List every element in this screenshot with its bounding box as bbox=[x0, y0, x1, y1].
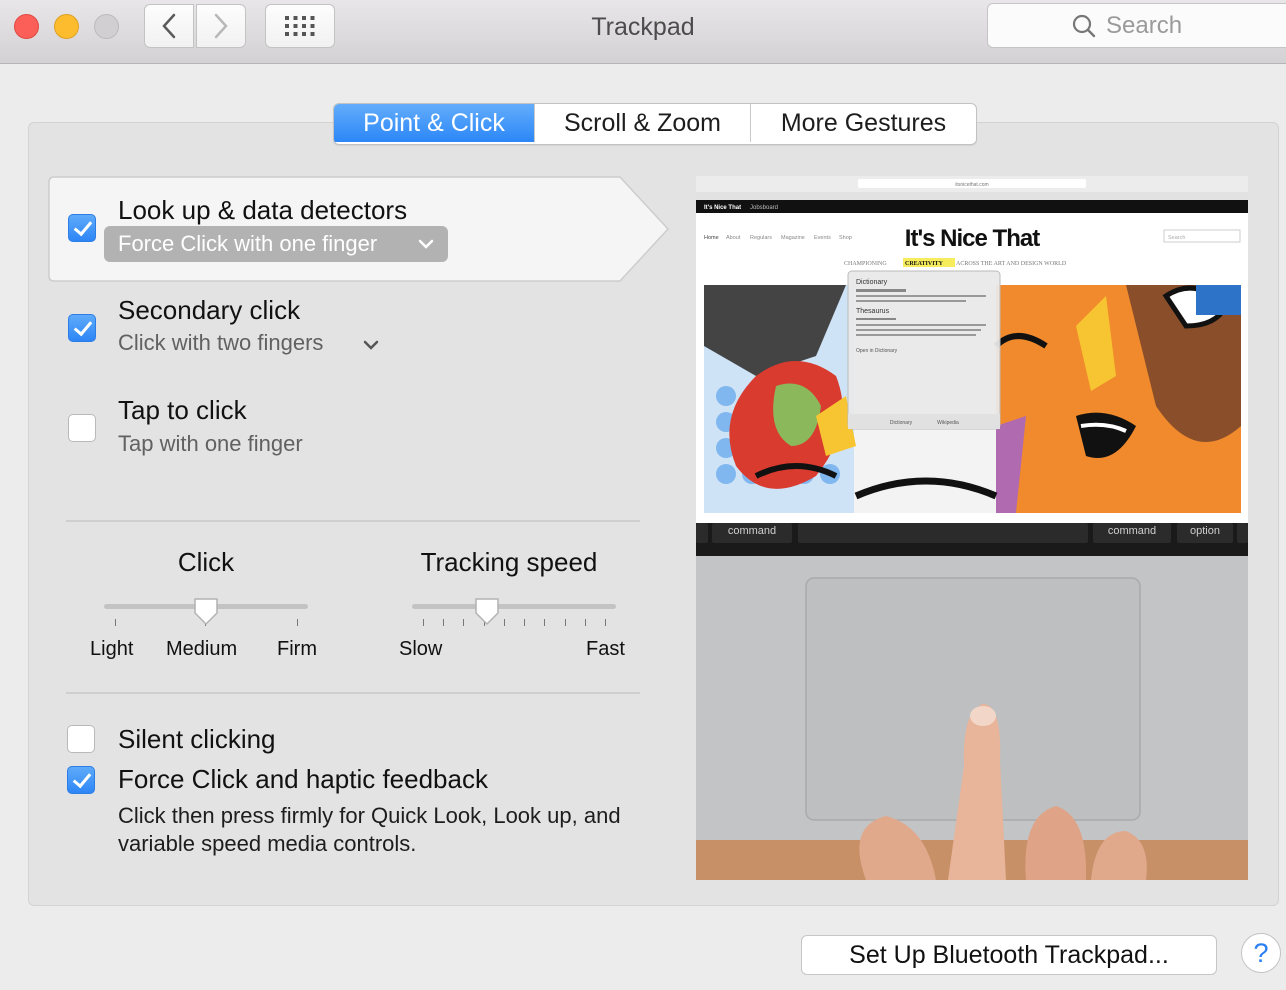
click-label-light: Light bbox=[90, 638, 134, 660]
chevron-down-icon bbox=[418, 239, 434, 249]
tab-more-gestures[interactable]: More Gestures bbox=[750, 104, 976, 142]
tab-point-and-click[interactable]: Point & Click bbox=[334, 104, 534, 142]
lookup-gesture-popup[interactable]: Force Click with one finger bbox=[104, 226, 448, 262]
preview-address: itsnicethat.com bbox=[955, 182, 988, 188]
search-placeholder: Search bbox=[1106, 11, 1183, 39]
tracking-label-slow: Slow bbox=[399, 638, 443, 660]
tick bbox=[297, 619, 298, 626]
search-field[interactable]: Search bbox=[987, 3, 1286, 48]
preview-popover-button-wikipedia: Wikipedia bbox=[937, 420, 959, 426]
click-label-firm: Firm bbox=[277, 638, 317, 660]
preview-tagline-pre: CHAMPIONING bbox=[844, 261, 887, 267]
preview-nav-events: Events bbox=[814, 235, 831, 241]
tap-to-click-checkbox[interactable] bbox=[68, 414, 96, 442]
preview-nav-regulars: Regulars bbox=[750, 235, 772, 241]
gesture-preview: itsnicethat.com It's Nice That Jobsboard… bbox=[696, 176, 1248, 880]
preview-key-command-right: command bbox=[1108, 525, 1156, 537]
force-click-title: Force Click and haptic feedback bbox=[118, 764, 488, 794]
preview-key-command-left: command bbox=[728, 525, 776, 537]
click-label-medium: Medium bbox=[166, 638, 238, 660]
tap-to-click-title: Tap to click bbox=[118, 395, 247, 425]
preview-nav-magazine: Magazine bbox=[781, 235, 805, 241]
tracking-slider-track[interactable] bbox=[412, 604, 616, 609]
tracking-label-fast: Fast bbox=[586, 638, 625, 660]
preview-nav-about: About bbox=[726, 235, 741, 241]
title-bar: Trackpad Search bbox=[0, 0, 1286, 64]
tick bbox=[115, 619, 116, 626]
setup-bluetooth-trackpad-button[interactable]: Set Up Bluetooth Trackpad... bbox=[801, 935, 1217, 975]
preview-strip-1: It's Nice That bbox=[704, 205, 741, 211]
force-click-description: Click then press firmly for Quick Look, … bbox=[118, 803, 621, 856]
click-slider-title: Click bbox=[177, 547, 235, 577]
secondary-click-checkbox[interactable] bbox=[68, 314, 96, 342]
preview-tagline-word: CREATIVITY bbox=[905, 261, 944, 267]
preview-tagline-post: ACROSS THE ART AND DESIGN WORLD bbox=[956, 261, 1067, 267]
preview-nav-shop: Shop bbox=[839, 235, 852, 241]
lookup-checkbox[interactable] bbox=[68, 214, 96, 242]
preview-illustration: itsnicethat.com It's Nice That Jobsboard… bbox=[696, 176, 1248, 880]
lookup-gesture-value: Force Click with one finger bbox=[118, 231, 378, 256]
secondary-click-title: Secondary click bbox=[118, 295, 301, 325]
tick bbox=[605, 619, 606, 626]
tick bbox=[584, 619, 586, 626]
lookup-title: Look up & data detectors bbox=[118, 195, 408, 225]
preview-site-search: Search bbox=[1168, 235, 1185, 241]
tick bbox=[503, 619, 505, 626]
tab-bar: Point & Click Scroll & Zoom More Gesture… bbox=[333, 103, 977, 145]
preview-popover-heading1: Dictionary bbox=[856, 279, 888, 286]
click-slider-knob[interactable] bbox=[193, 597, 219, 627]
divider bbox=[66, 520, 640, 522]
preview-key-option: option bbox=[1190, 525, 1220, 537]
silent-clicking-checkbox[interactable] bbox=[67, 725, 95, 753]
tick bbox=[544, 619, 546, 626]
divider bbox=[66, 692, 640, 694]
tick bbox=[524, 619, 526, 626]
preview-strip-2: Jobsboard bbox=[750, 205, 778, 211]
tick bbox=[564, 619, 566, 626]
tracking-slider-knob[interactable] bbox=[474, 597, 500, 627]
preview-popover-open: Open in Dictionary bbox=[856, 348, 898, 354]
silent-clicking-title: Silent clicking bbox=[118, 724, 276, 754]
preview-popover-heading2: Thesaurus bbox=[856, 308, 890, 315]
tap-to-click-subtitle: Tap with one finger bbox=[118, 431, 303, 456]
chevron-down-icon[interactable] bbox=[363, 335, 379, 355]
tick bbox=[423, 619, 424, 626]
secondary-click-popup[interactable]: Click with two fingers bbox=[118, 330, 323, 356]
preview-nav-home: Home bbox=[704, 235, 719, 241]
help-button[interactable]: ? bbox=[1241, 933, 1281, 973]
tab-scroll-and-zoom[interactable]: Scroll & Zoom bbox=[534, 104, 750, 142]
preview-site-logo: It's Nice That bbox=[905, 225, 1040, 252]
tick bbox=[463, 619, 465, 626]
search-icon bbox=[1072, 14, 1096, 37]
preview-popover-button-dictionary: Dictionary bbox=[890, 420, 913, 426]
tracking-slider-title: Tracking speed bbox=[420, 547, 598, 577]
tick bbox=[443, 619, 445, 626]
force-click-checkbox[interactable] bbox=[67, 766, 95, 794]
